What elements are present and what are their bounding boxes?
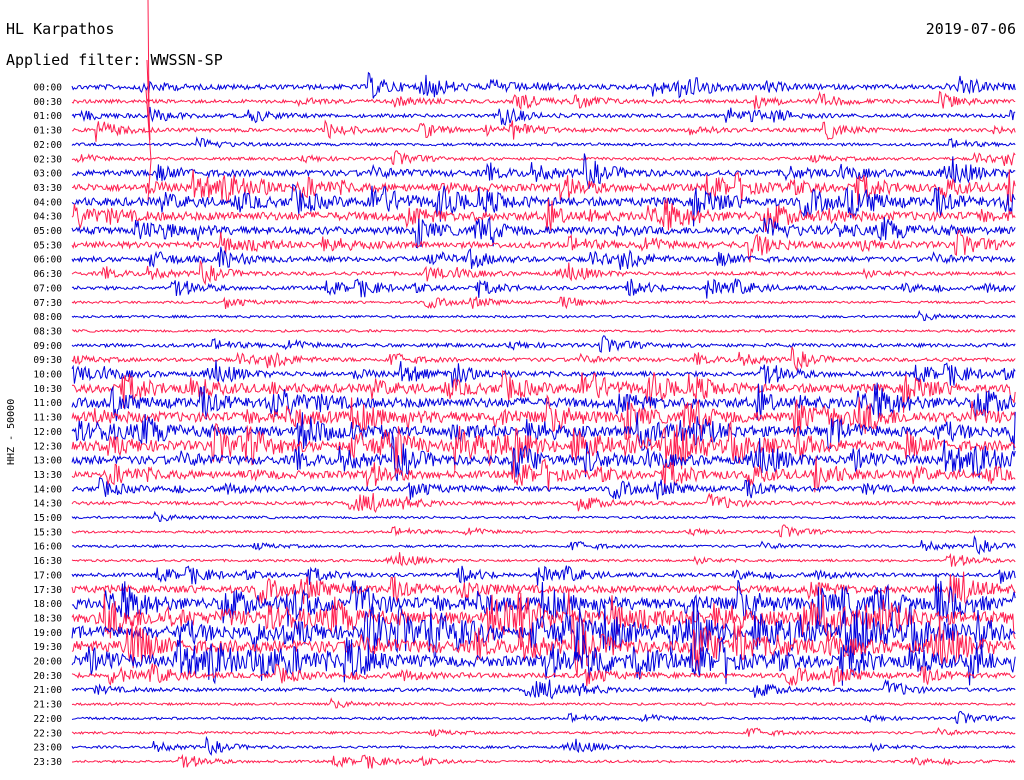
time-row-label: 12:30 <box>33 441 62 452</box>
time-row-label: 17:00 <box>33 570 62 581</box>
time-row-label: 05:00 <box>33 226 62 237</box>
time-row-label: 21:00 <box>33 685 62 696</box>
time-row-label: 19:00 <box>33 628 62 639</box>
seismic-trace-row <box>71 510 1016 522</box>
seismic-trace-row <box>71 136 1016 149</box>
time-row-label: 13:00 <box>33 456 62 467</box>
time-row-label: 04:00 <box>33 197 62 208</box>
seismic-trace-row <box>71 229 1016 263</box>
time-row-label: 11:00 <box>33 398 62 409</box>
time-row-label: 13:30 <box>33 470 62 481</box>
time-row-label: 19:30 <box>33 642 62 653</box>
seismic-trace-row <box>71 565 1016 586</box>
time-row-label: 03:30 <box>33 183 62 194</box>
seismic-trace-row <box>71 71 1016 99</box>
time-row-label: 05:30 <box>33 240 62 251</box>
seismic-trace-row <box>71 309 1016 322</box>
time-row-label: 07:30 <box>33 298 62 309</box>
seismic-trace-row <box>71 710 1016 725</box>
seismic-trace-row <box>71 328 1016 334</box>
time-row-label: 08:00 <box>33 312 62 323</box>
seismic-trace-row <box>71 697 1016 709</box>
time-row-label: 09:30 <box>33 355 62 366</box>
seismic-trace-row <box>71 552 1016 567</box>
seismic-trace-row <box>71 735 1016 756</box>
time-row-label: 16:00 <box>33 542 62 553</box>
seismic-trace-row <box>71 260 1016 286</box>
time-row-label: 03:00 <box>33 169 62 180</box>
time-row-label: 15:00 <box>33 513 62 524</box>
time-row-label: 04:30 <box>33 212 62 223</box>
seismic-trace-row <box>71 150 1016 167</box>
time-row-label: 18:30 <box>33 613 62 624</box>
seismic-trace-row <box>72 753 1016 769</box>
seismic-trace-row <box>71 524 1016 538</box>
seismic-trace-row <box>71 534 1016 555</box>
seismic-trace-row <box>71 678 1016 700</box>
time-row-label: 02:00 <box>33 140 62 151</box>
time-row-label: 07:00 <box>33 283 62 294</box>
helicorder-plot: 00:00 00:30 01:00 01:30 02:00 02:30 03:00 03:30… <box>33 0 1016 769</box>
seismic-trace-row <box>71 278 1016 299</box>
time-row-label: 18:00 <box>33 599 62 610</box>
time-row-label: 14:30 <box>33 499 62 510</box>
time-row-label: 22:00 <box>33 714 62 725</box>
time-row-label: 06:00 <box>33 255 62 266</box>
time-row-label: 22:30 <box>33 728 62 739</box>
seismic-trace-row <box>71 246 1016 270</box>
time-row-label: 20:30 <box>33 671 62 682</box>
seismic-trace-row <box>71 335 1016 353</box>
time-row-label: 08:30 <box>33 326 62 337</box>
seismic-trace-row <box>71 119 1016 142</box>
time-row-label: 01:30 <box>33 126 62 137</box>
time-row-label: 21:30 <box>33 700 62 711</box>
time-row-label: 23:30 <box>33 757 62 768</box>
time-row-label: 00:00 <box>33 83 62 94</box>
seismic-trace-row <box>71 106 1016 126</box>
seismic-trace-row <box>71 90 1016 111</box>
seismic-trace-row <box>71 727 1016 738</box>
time-row-label: 23:00 <box>33 743 62 754</box>
time-row-label: 10:00 <box>33 370 62 381</box>
time-row-label: 14:00 <box>33 484 62 495</box>
time-row-label: 09:00 <box>33 341 62 352</box>
time-row-label: 01:00 <box>33 111 62 122</box>
time-row-label: 20:00 <box>33 657 62 668</box>
time-row-label: 12:00 <box>33 427 62 438</box>
time-row-label: 06:30 <box>33 269 62 280</box>
time-row-label: 10:30 <box>33 384 62 395</box>
time-row-label: 11:30 <box>33 413 62 424</box>
time-row-label: 02:30 <box>33 154 62 165</box>
time-row-label: 15:30 <box>33 527 62 538</box>
seismic-trace-row <box>71 492 1016 514</box>
seismic-trace-row <box>71 296 1016 310</box>
time-row-label: 17:30 <box>33 585 62 596</box>
time-row-label: 16:30 <box>33 556 62 567</box>
seismic-trace-row <box>71 346 1016 372</box>
time-row-label: 00:30 <box>33 97 62 108</box>
seismic-trace-row <box>71 477 1016 500</box>
